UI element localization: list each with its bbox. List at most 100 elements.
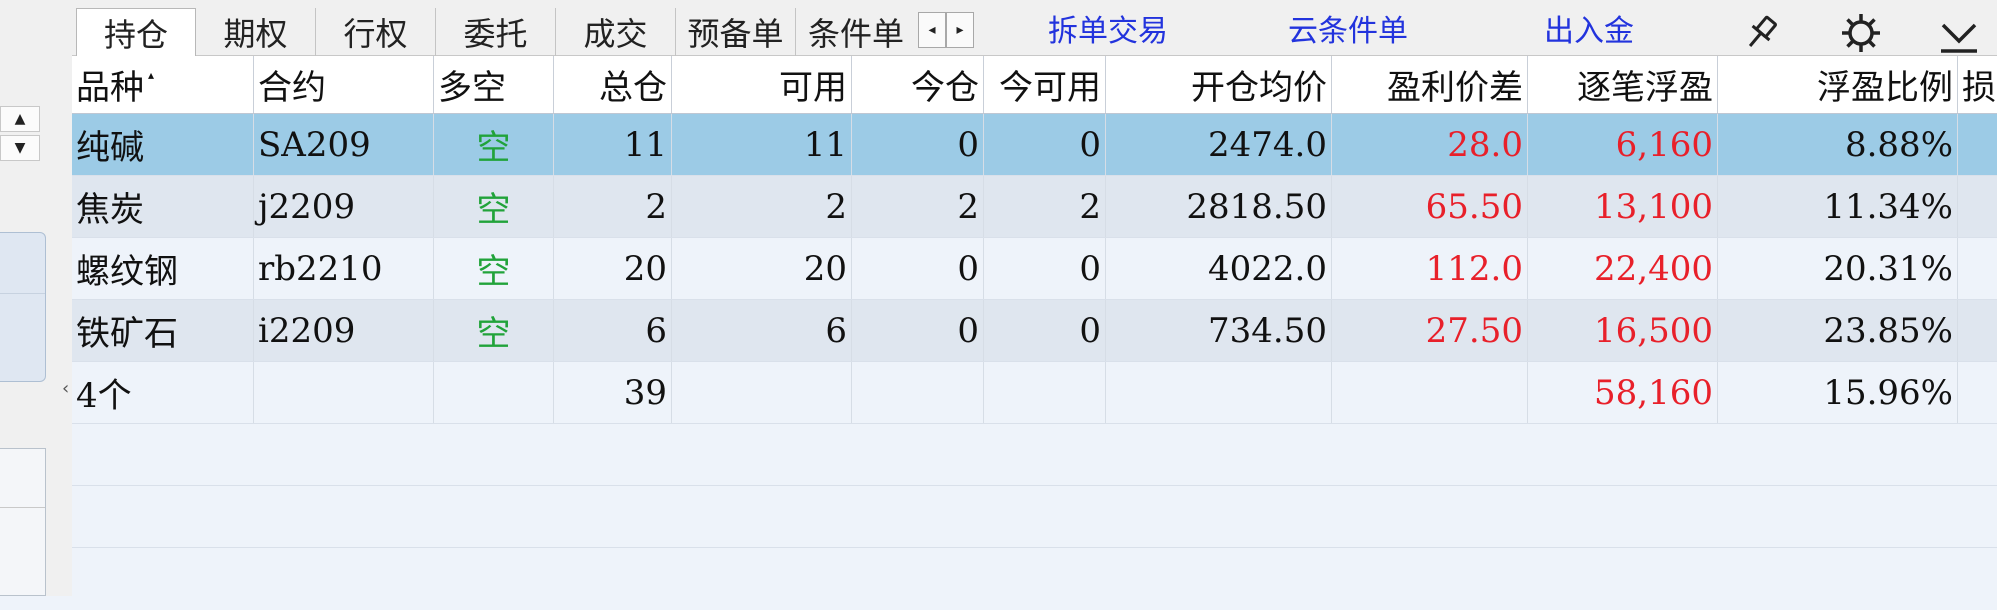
split-trade-link[interactable]: 拆单交易 bbox=[1048, 8, 1168, 49]
tab-exercise[interactable]: 行权 bbox=[316, 8, 436, 56]
summary-empty bbox=[434, 362, 554, 423]
cell-floating-ratio: 20.31% bbox=[1718, 238, 1958, 299]
cell-avg-open-price: 2818.50 bbox=[1106, 176, 1332, 237]
spin-down-button[interactable]: ▼ bbox=[0, 135, 40, 161]
deposit-withdraw-link[interactable]: 出入金 bbox=[1544, 8, 1634, 49]
tab-prepared-orders[interactable]: 预备单 bbox=[676, 8, 796, 56]
cell-variety: 螺纹钢 bbox=[72, 238, 254, 299]
triangle-up-icon: ▲ bbox=[14, 111, 26, 127]
header-variety-label: 品种 bbox=[76, 68, 144, 108]
caret-right-icon: ▸ bbox=[956, 22, 964, 38]
cell-total: 20 bbox=[554, 238, 672, 299]
tab-options[interactable]: 期权 bbox=[196, 8, 316, 56]
cell-today: 2 bbox=[852, 176, 984, 237]
triangle-down-icon: ▼ bbox=[14, 140, 26, 156]
cell-avg-open-price: 4022.0 bbox=[1106, 238, 1332, 299]
header-floating-ratio[interactable]: 浮盈比例 bbox=[1718, 56, 1958, 113]
cell-available: 2 bbox=[672, 176, 852, 237]
divider bbox=[0, 507, 45, 508]
cell-direction: 空 bbox=[434, 300, 554, 361]
summary-empty bbox=[672, 362, 852, 423]
left-panel: ▲ ▼ ‹ bbox=[0, 0, 73, 596]
summary-row[interactable]: 4个 39 58,160 15.96% bbox=[72, 362, 1997, 424]
cell-variety: 焦炭 bbox=[72, 176, 254, 237]
empty-row bbox=[72, 486, 1997, 548]
cell-avg-open-price: 734.50 bbox=[1106, 300, 1332, 361]
cell-stop-loss bbox=[1958, 176, 1997, 237]
cell-floating-pnl: 16,500 bbox=[1528, 300, 1718, 361]
table-row[interactable]: 螺纹钢 rb2210 空 20 20 0 0 4022.0 112.0 22,4… bbox=[72, 238, 1997, 300]
cell-stop-loss bbox=[1958, 300, 1997, 361]
summary-empty bbox=[254, 362, 434, 423]
table-row[interactable]: 焦炭 j2209 空 2 2 2 2 2818.50 65.50 13,100 … bbox=[72, 176, 1997, 238]
cell-today-available: 0 bbox=[984, 114, 1106, 175]
chevron-down-icon[interactable] bbox=[1936, 10, 1982, 56]
cell-stop-loss bbox=[1958, 238, 1997, 299]
tab-scroll-left-button[interactable]: ◂ bbox=[918, 12, 946, 48]
header-contract[interactable]: 合约 bbox=[254, 56, 434, 113]
table-row[interactable]: 纯碱 SA209 空 11 11 0 0 2474.0 28.0 6,160 8… bbox=[72, 114, 1997, 176]
table-header: 品种 ▴ 合约 多空 总仓 可用 今仓 今可用 开仓均价 盈利价差 逐笔浮盈 浮盈… bbox=[72, 56, 1997, 114]
cell-today: 0 bbox=[852, 300, 984, 361]
cell-available: 11 bbox=[672, 114, 852, 175]
caret-left-icon: ◂ bbox=[928, 22, 936, 38]
header-available[interactable]: 可用 bbox=[672, 56, 852, 113]
cell-variety: 纯碱 bbox=[72, 114, 254, 175]
summary-floating-pnl: 58,160 bbox=[1528, 362, 1718, 423]
cell-floating-ratio: 11.34% bbox=[1718, 176, 1958, 237]
cell-profit-spread: 112.0 bbox=[1332, 238, 1528, 299]
cell-profit-spread: 65.50 bbox=[1332, 176, 1528, 237]
left-lower-box[interactable] bbox=[0, 448, 46, 596]
tab-conditional-orders[interactable]: 条件单 bbox=[796, 8, 916, 56]
cell-contract: i2209 bbox=[254, 300, 434, 361]
cell-stop-loss bbox=[1958, 114, 1997, 175]
cell-today-available: 0 bbox=[984, 238, 1106, 299]
cloud-condition-link[interactable]: 云条件单 bbox=[1288, 8, 1408, 49]
header-today[interactable]: 今仓 bbox=[852, 56, 984, 113]
cell-profit-spread: 27.50 bbox=[1332, 300, 1528, 361]
spin-up-button[interactable]: ▲ bbox=[0, 106, 40, 132]
summary-floating-ratio: 15.96% bbox=[1718, 362, 1958, 423]
cell-today-available: 2 bbox=[984, 176, 1106, 237]
summary-total: 39 bbox=[554, 362, 672, 423]
header-floating-pnl[interactable]: 逐笔浮盈 bbox=[1528, 56, 1718, 113]
cell-contract: j2209 bbox=[254, 176, 434, 237]
cell-floating-pnl: 6,160 bbox=[1528, 114, 1718, 175]
header-profit-spread[interactable]: 盈利价差 bbox=[1332, 56, 1528, 113]
tab-scroll-right-button[interactable]: ▸ bbox=[946, 12, 974, 48]
tab-bar: 持仓 期权 行权 委托 成交 预备单 条件单 ◂ ▸ 拆单交易 云条件单 出入金 bbox=[72, 0, 1997, 56]
empty-row bbox=[72, 424, 1997, 486]
header-direction[interactable]: 多空 bbox=[434, 56, 554, 113]
left-option-box[interactable] bbox=[0, 232, 46, 382]
empty-row bbox=[72, 548, 1997, 610]
collapse-panel-icon[interactable]: ‹ bbox=[62, 378, 69, 399]
table-row[interactable]: 铁矿石 i2209 空 6 6 0 0 734.50 27.50 16,500 … bbox=[72, 300, 1997, 362]
summary-empty bbox=[1332, 362, 1528, 423]
cell-contract: SA209 bbox=[254, 114, 434, 175]
summary-empty bbox=[1106, 362, 1332, 423]
cell-available: 6 bbox=[672, 300, 852, 361]
divider bbox=[0, 293, 45, 294]
cell-profit-spread: 28.0 bbox=[1332, 114, 1528, 175]
cell-direction: 空 bbox=[434, 114, 554, 175]
summary-empty bbox=[1958, 362, 1997, 423]
header-today-available[interactable]: 今可用 bbox=[984, 56, 1106, 113]
cell-floating-ratio: 8.88% bbox=[1718, 114, 1958, 175]
cell-total: 2 bbox=[554, 176, 672, 237]
cell-today-available: 0 bbox=[984, 300, 1106, 361]
pin-icon[interactable] bbox=[1738, 10, 1784, 56]
header-variety[interactable]: 品种 ▴ bbox=[72, 56, 254, 113]
cell-avg-open-price: 2474.0 bbox=[1106, 114, 1332, 175]
tab-trades[interactable]: 成交 bbox=[556, 8, 676, 56]
cell-direction: 空 bbox=[434, 176, 554, 237]
cell-floating-ratio: 23.85% bbox=[1718, 300, 1958, 361]
cell-total: 11 bbox=[554, 114, 672, 175]
summary-empty bbox=[852, 362, 984, 423]
header-total[interactable]: 总仓 bbox=[554, 56, 672, 113]
header-stop-loss-partial[interactable]: 损 bbox=[1958, 56, 1997, 113]
header-avg-open-price[interactable]: 开仓均价 bbox=[1106, 56, 1332, 113]
sort-asc-icon: ▴ bbox=[148, 67, 155, 82]
tab-orders[interactable]: 委托 bbox=[436, 8, 556, 56]
tab-positions[interactable]: 持仓 bbox=[76, 8, 196, 56]
gear-icon[interactable] bbox=[1838, 10, 1884, 56]
